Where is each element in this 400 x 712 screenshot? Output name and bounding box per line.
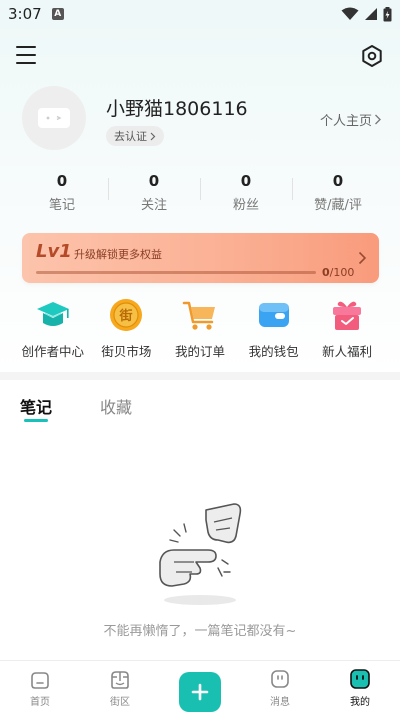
- username: 小野猫1806116: [106, 98, 248, 120]
- nav-label: 我的: [350, 697, 370, 708]
- graduation-cap-icon: [34, 296, 72, 334]
- level-total: /100: [329, 266, 355, 279]
- status-time: 3:07: [8, 5, 42, 23]
- personal-homepage-link[interactable]: 个人主页: [320, 110, 382, 129]
- shortcuts-row: 创作者中心 街 街贝市场 我的订单 我的钱包 新人福利: [16, 296, 384, 362]
- shortcut-creator-center[interactable]: 创作者中心: [16, 296, 90, 362]
- nav-me[interactable]: 我的: [320, 661, 400, 712]
- stat-following[interactable]: 0 关注: [108, 172, 200, 213]
- nav-label: 消息: [270, 697, 290, 708]
- me-icon: [349, 668, 371, 690]
- tab-favorites[interactable]: 收藏: [100, 394, 132, 418]
- nav-label: 首页: [30, 697, 50, 708]
- settings-gear-icon[interactable]: [360, 44, 384, 68]
- shortcut-my-orders[interactable]: 我的订单: [163, 296, 237, 362]
- top-bar: [0, 42, 400, 72]
- stat-count: 0: [56, 172, 68, 190]
- level-card[interactable]: Lv1 升级解锁更多权益 0/100: [22, 233, 379, 283]
- status-icons: [341, 6, 392, 22]
- level-progress-bar: [36, 271, 316, 274]
- shortcut-coin-market[interactable]: 街 街贝市场: [90, 296, 164, 362]
- stat-notes[interactable]: 0 笔记: [16, 172, 108, 213]
- stat-count: 0: [240, 172, 252, 190]
- stat-label: 赞/藏/评: [314, 198, 362, 213]
- empty-state-text: 不能再懒惰了，一篇笔记都没有~: [103, 624, 297, 639]
- gift-icon: [328, 296, 366, 334]
- nav-street[interactable]: 街区: [80, 661, 160, 712]
- profile-section: 小野猫1806116 去认证 个人主页: [0, 86, 400, 156]
- shortcut-newcomer-benefits[interactable]: 新人福利: [310, 296, 384, 362]
- chevron-right-icon: [375, 114, 381, 125]
- battery-icon: [383, 6, 392, 22]
- content-tabs: 笔记 收藏: [0, 394, 400, 428]
- level-current: 0: [322, 266, 330, 279]
- home-icon: [29, 668, 51, 690]
- message-icon: [269, 668, 291, 690]
- status-bar: 3:07 A: [0, 0, 400, 28]
- chevron-right-icon: [358, 251, 367, 265]
- stat-count: 0: [332, 172, 344, 190]
- nav-messages[interactable]: 消息: [240, 661, 320, 712]
- shortcut-label: 我的订单: [174, 344, 225, 359]
- wallet-icon: [255, 296, 293, 334]
- active-tab-indicator: [24, 419, 48, 422]
- tab-notes[interactable]: 笔记: [20, 394, 52, 418]
- shortcut-label: 街贝市场: [101, 344, 152, 359]
- stat-likes-collects-comments[interactable]: 0 赞/藏/评: [292, 172, 384, 213]
- shortcut-my-wallet[interactable]: 我的钱包: [237, 296, 311, 362]
- level-subtitle: 升级解锁更多权益: [74, 248, 162, 261]
- verify-button[interactable]: 去认证: [106, 126, 164, 146]
- stat-label: 关注: [140, 198, 167, 213]
- level-progress-text: 0/100: [322, 266, 354, 279]
- notification-badge: A: [51, 8, 64, 20]
- homepage-label: 个人主页: [319, 114, 372, 129]
- stat-label: 粉丝: [232, 198, 259, 213]
- chevron-right-icon: [150, 132, 156, 140]
- bottom-navigation: 首页 街区 消息 我的: [0, 660, 400, 712]
- svg-text:街: 街: [119, 308, 133, 324]
- wifi-icon: [341, 7, 359, 21]
- shopping-cart-icon: [181, 296, 219, 334]
- coin-icon: 街: [107, 296, 145, 334]
- add-post-button[interactable]: [179, 672, 221, 712]
- stat-count: 0: [148, 172, 160, 190]
- stats-row: 0 笔记 0 关注 0 粉丝 0 赞/藏/评: [16, 172, 384, 213]
- street-icon: [109, 668, 131, 690]
- stat-label: 笔记: [48, 198, 75, 213]
- plus-icon: [191, 683, 209, 701]
- verify-label: 去认证: [114, 130, 147, 143]
- shortcut-label: 创作者中心: [21, 344, 85, 359]
- section-divider: [0, 372, 400, 380]
- empty-state-hands-illustration: [150, 500, 250, 610]
- nav-label: 街区: [110, 697, 130, 708]
- level-title: Lv1: [36, 241, 72, 262]
- avatar[interactable]: [22, 86, 86, 150]
- shortcut-label: 新人福利: [322, 344, 373, 359]
- shortcut-label: 我的钱包: [248, 344, 299, 359]
- menu-icon[interactable]: [16, 46, 38, 66]
- nav-publish[interactable]: [160, 661, 240, 712]
- signal-icon: [364, 7, 378, 21]
- nav-home[interactable]: 首页: [0, 661, 80, 712]
- stat-followers[interactable]: 0 粉丝: [200, 172, 292, 213]
